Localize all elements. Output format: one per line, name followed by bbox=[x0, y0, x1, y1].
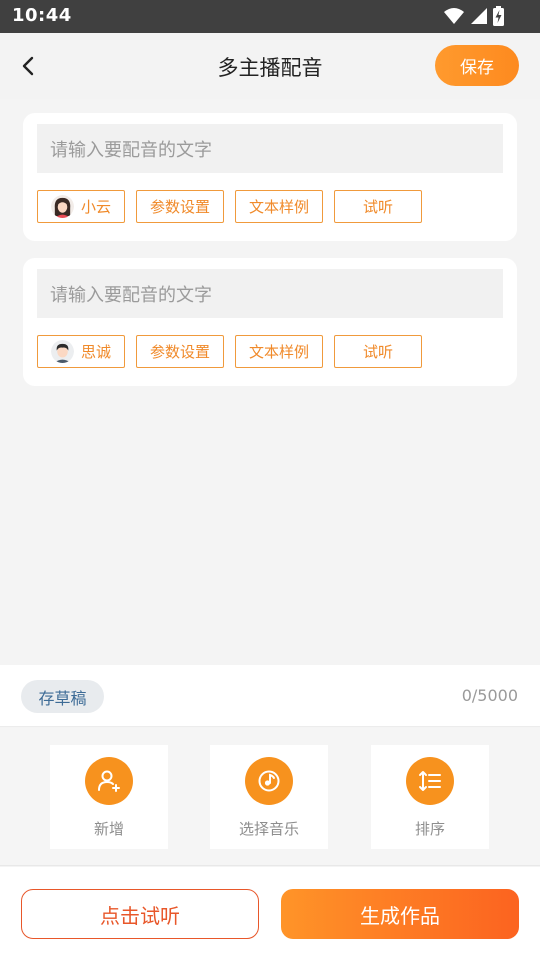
tool-icon-circle bbox=[406, 757, 454, 805]
voice-select-button[interactable]: 思诚 bbox=[37, 335, 125, 368]
text-sample-button[interactable]: 文本样例 bbox=[235, 190, 323, 223]
character-counter: 0/5000 bbox=[461, 686, 518, 705]
tool-label: 选择音乐 bbox=[238, 820, 299, 838]
card-actions: 思诚 参数设置 文本样例 试听 bbox=[37, 335, 422, 368]
params-button[interactable]: 参数设置 bbox=[136, 335, 224, 368]
generate-button[interactable]: 生成作品 bbox=[281, 889, 519, 939]
app-header: 多主播配音 保存 bbox=[0, 33, 540, 99]
wifi-icon bbox=[444, 8, 464, 24]
tool-label: 新增 bbox=[93, 820, 124, 838]
tool-panel: 新增 选择音乐 排序 bbox=[0, 728, 540, 866]
listen-button[interactable]: 试听 bbox=[334, 335, 422, 368]
save-button[interactable]: 保存 bbox=[435, 45, 519, 86]
voice-name: 小云 bbox=[81, 198, 112, 216]
battery-charging-icon bbox=[493, 6, 504, 26]
tool-icon-circle bbox=[245, 757, 293, 805]
text-sample-button[interactable]: 文本样例 bbox=[235, 335, 323, 368]
add-tool[interactable]: 新增 bbox=[50, 745, 168, 849]
status-bar: 10:44 bbox=[0, 0, 540, 33]
voice-card: 请输入要配音的文字 小云 参数设置 文本样例 试听 bbox=[23, 113, 517, 241]
tool-label: 排序 bbox=[414, 820, 445, 838]
listen-button[interactable]: 试听 bbox=[334, 190, 422, 223]
sort-icon bbox=[419, 771, 441, 791]
voice-select-button[interactable]: 小云 bbox=[37, 190, 125, 223]
voice-card: 请输入要配音的文字 思诚 参数设置 文本样例 试听 bbox=[23, 258, 517, 386]
music-disc-icon bbox=[258, 770, 280, 792]
preview-button[interactable]: 点击试听 bbox=[21, 889, 259, 939]
save-draft-button[interactable]: 存草稿 bbox=[21, 680, 104, 713]
status-icons bbox=[443, 6, 504, 26]
sort-tool[interactable]: 排序 bbox=[371, 745, 489, 849]
voice-name: 思诚 bbox=[81, 343, 112, 361]
tool-icon-circle bbox=[85, 757, 133, 805]
params-button[interactable]: 参数设置 bbox=[136, 190, 224, 223]
add-user-icon bbox=[98, 770, 120, 792]
status-time: 10:44 bbox=[12, 5, 72, 26]
card-actions: 小云 参数设置 文本样例 试听 bbox=[37, 190, 422, 223]
text-input[interactable]: 请输入要配音的文字 bbox=[37, 269, 503, 318]
text-input[interactable]: 请输入要配音的文字 bbox=[37, 124, 503, 173]
cellular-signal-icon bbox=[471, 8, 487, 24]
bottom-action-bar: 点击试听 生成作品 bbox=[0, 867, 540, 960]
male-avatar-icon bbox=[51, 340, 74, 363]
select-music-tool[interactable]: 选择音乐 bbox=[210, 745, 328, 849]
draft-bar: 存草稿 0/5000 bbox=[0, 665, 540, 727]
female-avatar-icon bbox=[51, 195, 74, 218]
